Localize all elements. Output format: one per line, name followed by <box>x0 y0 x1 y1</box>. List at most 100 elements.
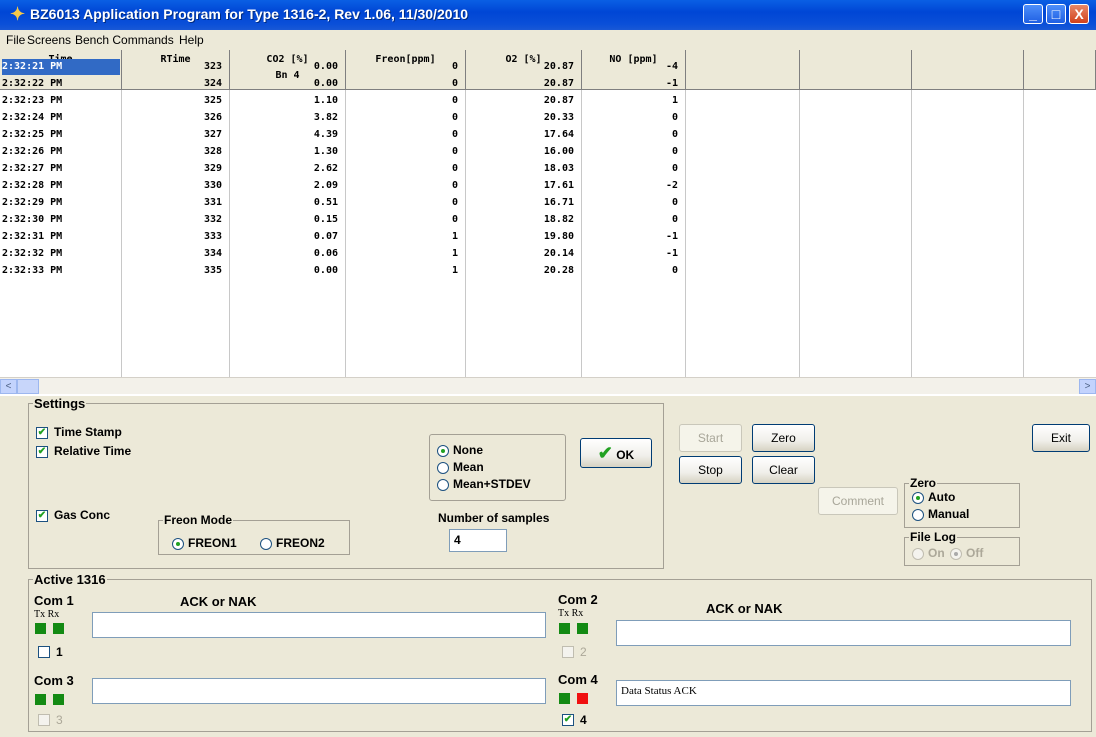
com1-status-field[interactable] <box>92 612 546 638</box>
table-cell[interactable]: 16.00 <box>466 144 582 160</box>
table-cell[interactable]: -1 <box>582 229 686 245</box>
table-cell[interactable]: 18.82 <box>466 212 582 228</box>
zero-manual-radio[interactable] <box>912 509 924 521</box>
table-cell[interactable]: 0.51 <box>230 195 346 211</box>
table-cell[interactable]: 2.09 <box>230 178 346 194</box>
time-stamp-checkbox[interactable]: ✔ <box>36 427 48 439</box>
table-cell[interactable]: 20.87 <box>466 93 582 109</box>
title-bar[interactable]: ✦ BZ6013 Application Program for Type 13… <box>0 0 1096 30</box>
column-header-10[interactable] <box>1024 50 1096 90</box>
com2-status-field[interactable] <box>616 620 1071 646</box>
maximize-button[interactable]: □ <box>1046 4 1066 24</box>
table-cell[interactable]: 0 <box>582 263 686 279</box>
scroll-right-arrow-icon[interactable]: > <box>1079 379 1096 394</box>
table-cell[interactable]: 0.06 <box>230 246 346 262</box>
table-cell[interactable]: 0.07 <box>230 229 346 245</box>
table-cell[interactable]: 0 <box>582 110 686 126</box>
table-cell-time[interactable]: 2:32:23 PM <box>2 93 120 109</box>
table-cell[interactable]: 1.30 <box>230 144 346 160</box>
table-cell[interactable]: 330 <box>122 178 230 194</box>
table-cell-time[interactable]: 2:32:29 PM <box>2 195 120 211</box>
com4-checkbox[interactable]: ✔ <box>562 714 574 726</box>
table-cell[interactable]: 333 <box>122 229 230 245</box>
table-cell[interactable]: 0 <box>346 110 466 126</box>
table-cell-time[interactable]: 2:32:28 PM <box>2 178 120 194</box>
table-cell[interactable]: 0 <box>346 178 466 194</box>
ok-button[interactable]: ✔ OK <box>580 438 652 468</box>
freon2-radio[interactable] <box>260 538 272 550</box>
column-header-7[interactable] <box>686 50 800 90</box>
com2-checkbox[interactable] <box>562 646 574 658</box>
table-cell[interactable]: 0 <box>346 161 466 177</box>
table-cell[interactable]: 3.82 <box>230 110 346 126</box>
menu-file[interactable]: File <box>6 33 25 47</box>
table-cell[interactable]: -4 <box>582 59 686 75</box>
file-log-on-radio[interactable] <box>912 548 924 560</box>
com3-checkbox[interactable] <box>38 714 50 726</box>
number-of-samples-input[interactable]: 4 <box>449 529 507 552</box>
table-cell[interactable]: 0 <box>346 195 466 211</box>
table-cell[interactable]: 0 <box>346 59 466 75</box>
table-cell[interactable]: 332 <box>122 212 230 228</box>
table-cell[interactable]: 20.14 <box>466 246 582 262</box>
com4-status-field[interactable]: Data Status ACK <box>616 680 1071 706</box>
column-header-8[interactable] <box>800 50 912 90</box>
table-cell-time[interactable]: 2:32:30 PM <box>2 212 120 228</box>
table-cell[interactable]: 0 <box>346 144 466 160</box>
stop-button[interactable]: Stop <box>679 456 742 484</box>
comment-button[interactable]: Comment <box>818 487 898 515</box>
table-cell[interactable]: 331 <box>122 195 230 211</box>
table-cell[interactable]: 0 <box>346 212 466 228</box>
table-cell[interactable]: 0 <box>582 127 686 143</box>
freon1-radio[interactable] <box>172 538 184 550</box>
horizontal-scrollbar[interactable]: < > <box>0 377 1096 395</box>
table-cell[interactable]: 19.80 <box>466 229 582 245</box>
none-radio[interactable] <box>437 445 449 457</box>
com1-checkbox[interactable] <box>38 646 50 658</box>
table-cell-time[interactable]: 2:32:33 PM <box>2 263 120 279</box>
table-cell[interactable]: 0 <box>346 93 466 109</box>
zero-button[interactable]: Zero <box>752 424 815 452</box>
file-log-off-radio[interactable] <box>950 548 962 560</box>
relative-time-checkbox[interactable]: ✔ <box>36 446 48 458</box>
table-cell[interactable]: 1 <box>582 93 686 109</box>
table-cell[interactable]: 0.00 <box>230 76 346 92</box>
zero-auto-radio[interactable] <box>912 492 924 504</box>
table-cell[interactable]: 0.15 <box>230 212 346 228</box>
table-cell[interactable]: 2.62 <box>230 161 346 177</box>
close-button[interactable]: X <box>1069 4 1089 24</box>
table-cell[interactable]: 0.00 <box>230 59 346 75</box>
table-cell-time[interactable]: 2:32:32 PM <box>2 246 120 262</box>
table-cell[interactable]: 17.61 <box>466 178 582 194</box>
mean-radio[interactable] <box>437 462 449 474</box>
table-cell[interactable]: 335 <box>122 263 230 279</box>
table-cell[interactable]: 20.87 <box>466 76 582 92</box>
scroll-left-arrow-icon[interactable]: < <box>0 379 17 394</box>
table-cell[interactable]: -1 <box>582 246 686 262</box>
minimize-button[interactable]: _ <box>1023 4 1043 24</box>
exit-button[interactable]: Exit <box>1032 424 1090 452</box>
table-cell[interactable]: 16.71 <box>466 195 582 211</box>
table-cell[interactable]: 1.10 <box>230 93 346 109</box>
table-cell[interactable]: 20.87 <box>466 59 582 75</box>
mean-stdev-radio[interactable] <box>437 479 449 491</box>
com3-status-field[interactable] <box>92 678 546 704</box>
table-cell[interactable]: 326 <box>122 110 230 126</box>
menu-bench-commands[interactable]: Bench Commands <box>75 33 174 47</box>
table-cell[interactable]: 1 <box>346 263 466 279</box>
table-cell[interactable]: 329 <box>122 161 230 177</box>
table-cell-time[interactable]: 2:32:24 PM <box>2 110 120 126</box>
scroll-thumb[interactable] <box>17 379 39 394</box>
start-button[interactable]: Start <box>679 424 742 452</box>
table-cell[interactable]: 0 <box>582 144 686 160</box>
table-cell[interactable]: 1 <box>346 246 466 262</box>
table-cell[interactable]: 0.00 <box>230 263 346 279</box>
table-cell[interactable]: 1 <box>346 229 466 245</box>
table-cell[interactable]: 0 <box>582 161 686 177</box>
table-cell[interactable]: 17.64 <box>466 127 582 143</box>
table-cell[interactable]: 0 <box>582 195 686 211</box>
table-cell[interactable]: 325 <box>122 93 230 109</box>
gas-conc-checkbox[interactable]: ✔ <box>36 510 48 522</box>
table-cell[interactable]: 0 <box>582 212 686 228</box>
table-cell[interactable]: 18.03 <box>466 161 582 177</box>
